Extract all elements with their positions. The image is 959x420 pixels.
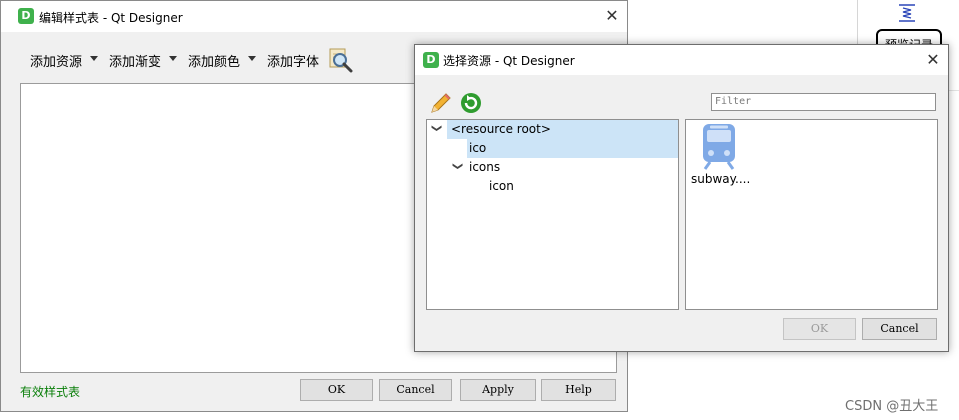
tree-item-resource-root[interactable]: <resource root> [447, 120, 678, 139]
help-button[interactable]: Help [541, 379, 616, 401]
reload-icon[interactable] [459, 91, 483, 115]
chevron-down-icon[interactable]: ❯ [452, 162, 463, 172]
watermark: CSDN @丑大王 [845, 399, 939, 414]
tree-item-ico[interactable]: ico [467, 139, 678, 158]
add-gradient-dropdown-arrow-icon[interactable] [169, 56, 177, 61]
tree-item-label: ico [469, 141, 487, 155]
file-name-label: subway.... [691, 172, 751, 186]
tree-item-icons[interactable]: icons [469, 158, 569, 177]
subway-train-icon[interactable] [700, 122, 738, 170]
tree-item-label: icon [489, 179, 514, 193]
tree-item-label: <resource root> [451, 122, 551, 136]
tree-item-label: icons [469, 160, 501, 174]
cancel-button[interactable]: Cancel [379, 379, 452, 401]
qt-designer-app-icon: D [18, 8, 34, 24]
window-title: 选择资源 - Qt Designer [443, 54, 575, 68]
magnifier-icon[interactable] [328, 47, 354, 73]
pencil-icon[interactable] [429, 91, 453, 115]
select-resource-window: D 选择资源 - Qt Designer ✕ Filter <resource … [414, 44, 949, 352]
close-icon[interactable]: ✕ [925, 52, 941, 68]
filter-input[interactable]: Filter [711, 93, 936, 111]
window-title: 编辑样式表 - Qt Designer [39, 11, 183, 25]
cancel-button[interactable]: Cancel [862, 318, 937, 340]
spacer-icon [899, 4, 915, 22]
add-resource-dropdown-arrow-icon[interactable] [90, 56, 98, 61]
title-bar: D 编辑样式表 - Qt Designer ✕ [1, 1, 627, 32]
add-color-button[interactable]: 添加颜色 [188, 51, 240, 70]
ok-button[interactable]: OK [300, 379, 373, 401]
close-icon[interactable]: ✕ [604, 8, 620, 24]
status-text: 有效样式表 [20, 385, 81, 399]
chevron-down-icon[interactable]: ❯ [431, 124, 442, 134]
add-resource-button[interactable]: 添加资源 [30, 51, 82, 70]
add-color-dropdown-arrow-icon[interactable] [248, 56, 256, 61]
add-font-button[interactable]: 添加字体 [267, 51, 319, 70]
apply-button[interactable]: Apply [460, 379, 536, 401]
resource-tree[interactable]: <resource root> ❯ ico ❯ icons icon [426, 119, 679, 310]
add-gradient-button[interactable]: 添加渐变 [109, 51, 161, 70]
qt-designer-app-icon: D [423, 52, 439, 68]
ok-button[interactable]: OK [783, 318, 856, 340]
resource-file-list[interactable]: subway.... [685, 119, 938, 310]
tree-item-icon[interactable]: icon [489, 177, 589, 196]
title-bar: D 选择资源 - Qt Designer ✕ [415, 45, 948, 75]
